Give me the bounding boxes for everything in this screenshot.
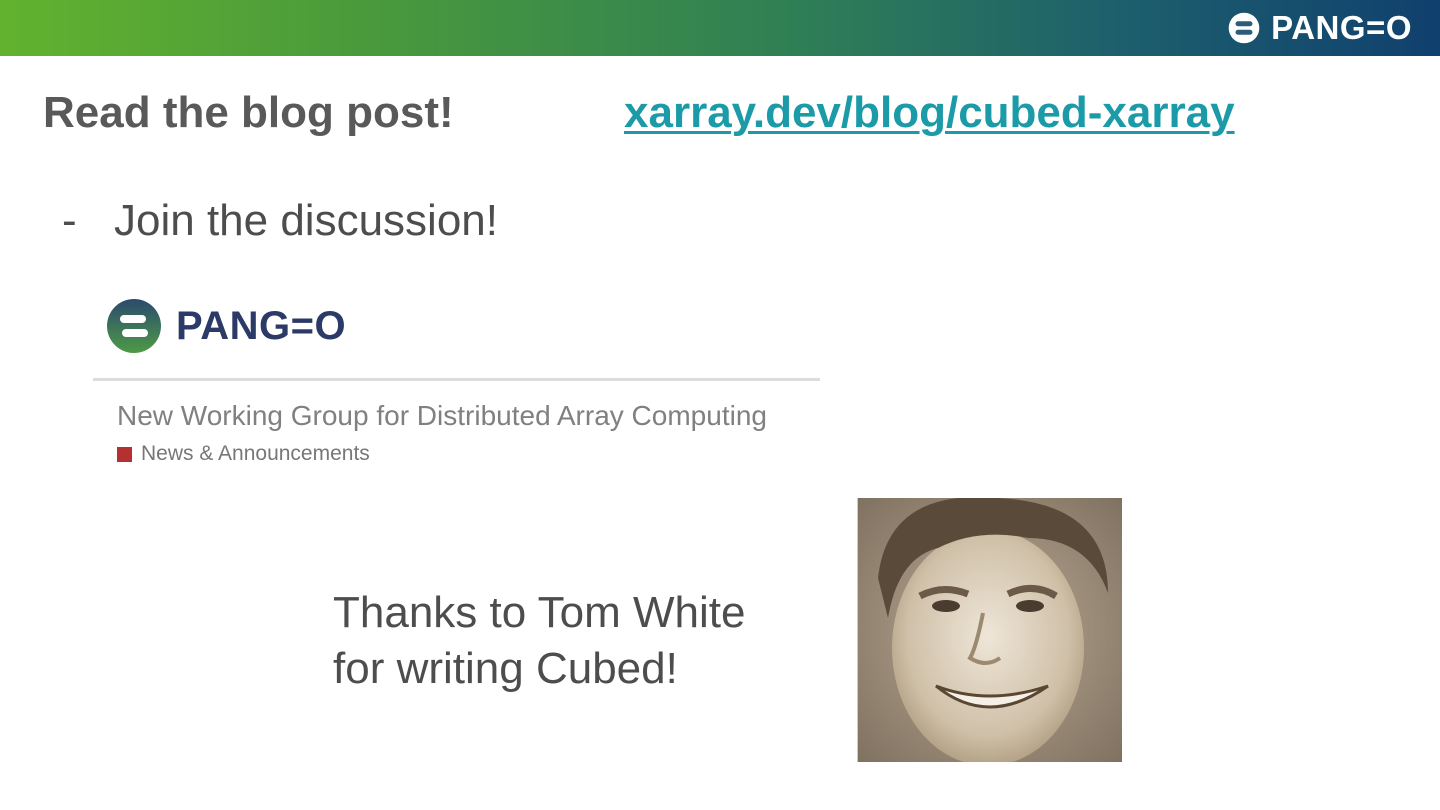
pangeo-mark-icon <box>1228 12 1260 44</box>
divider <box>93 378 820 381</box>
pangeo-logo: PANG=O <box>1227 9 1412 47</box>
bullet-item: - Join the discussion! <box>62 196 498 246</box>
forum-logo: PANG=O <box>106 298 346 354</box>
thanks-line-1: Thanks to Tom White <box>333 588 746 637</box>
page-title: Read the blog post! <box>43 88 454 137</box>
thanks-line-2: for writing Cubed! <box>333 644 678 693</box>
header-banner: PANG=O <box>0 0 1440 56</box>
forum-category[interactable]: News & Announcements <box>117 442 370 466</box>
pangeo-mark-icon <box>107 299 161 353</box>
forum-screenshot: PANG=O New Working Group for Distributed… <box>93 292 820 477</box>
thanks-text: Thanks to Tom White for writing Cubed! <box>333 585 745 697</box>
bullet-marker: - <box>62 196 77 245</box>
category-label: News & Announcements <box>141 442 370 465</box>
blog-post-link[interactable]: xarray.dev/blog/cubed-xarray <box>624 88 1235 138</box>
pangeo-logo-text: PANG=O <box>1271 9 1412 46</box>
portrait-photo <box>857 498 1122 762</box>
category-badge-icon <box>117 446 132 462</box>
portrait-icon <box>858 498 1122 762</box>
bullet-text: Join the discussion! <box>114 196 498 245</box>
forum-logo-text: PANG=O <box>176 303 347 348</box>
forum-topic-title[interactable]: New Working Group for Distributed Array … <box>117 400 767 432</box>
